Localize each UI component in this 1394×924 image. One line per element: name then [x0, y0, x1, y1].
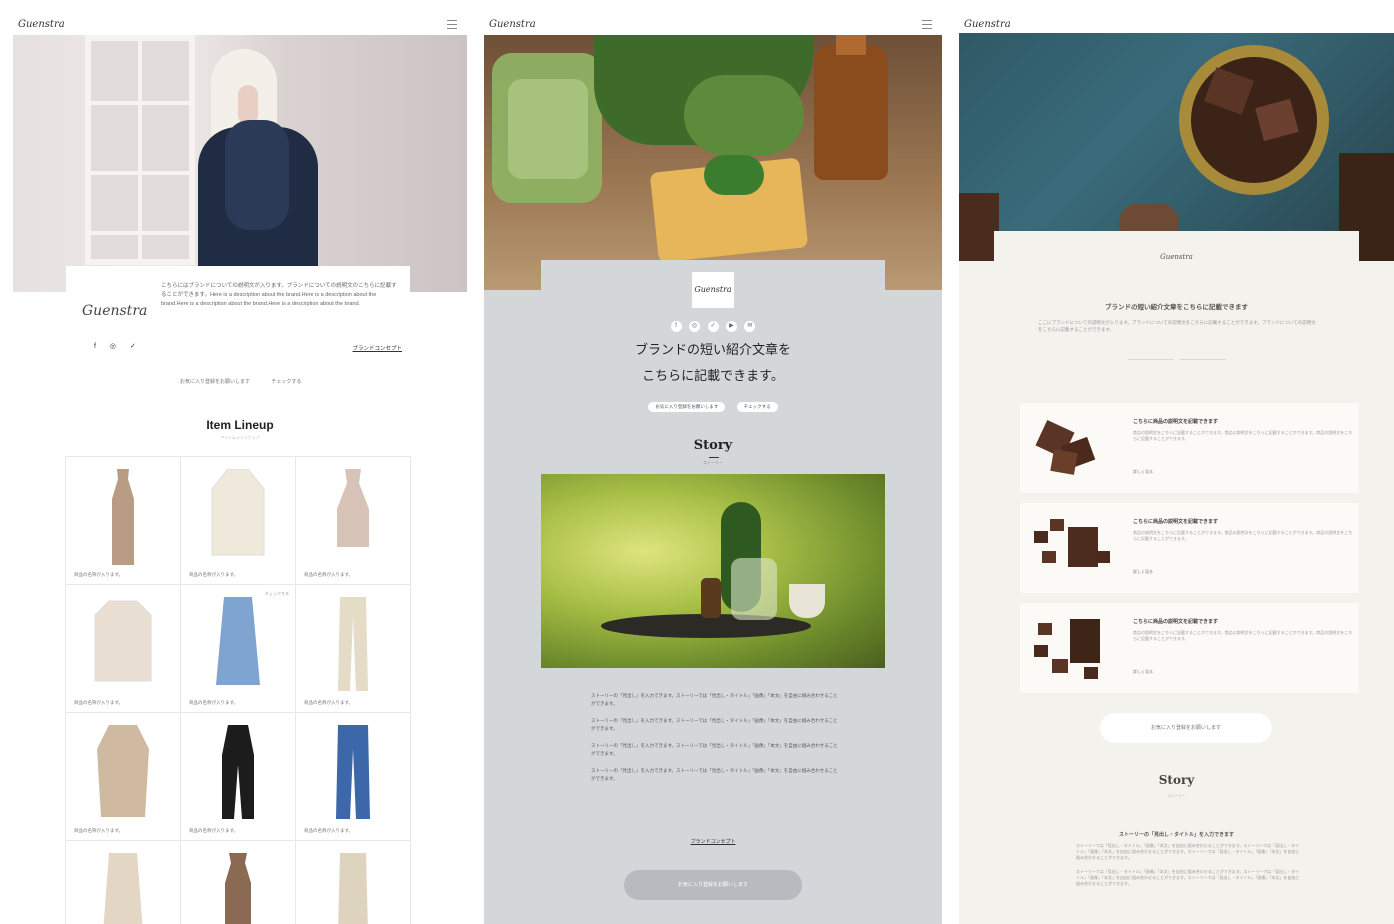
chocolate-image	[1034, 519, 1110, 567]
brand-content-card: Guenstra ブランドの短い紹介文章をこちらに記載できます ここにブランドに…	[994, 231, 1359, 924]
item-grid: 商品の名称が入ります。 商品の名称が入ります。 商品の名称が入ります。 商品の名…	[65, 456, 411, 924]
chocolate-image	[1035, 419, 1096, 475]
product-card[interactable]: こちらに商品の説明文を記載できます 商品の説明文をこちらに記載することができます…	[1020, 603, 1359, 693]
site-logo[interactable]: Guenstra	[964, 19, 1011, 30]
grid-item[interactable]: 商品の名称が入ります。	[181, 713, 296, 841]
story-text: ストーリーの「見出し」を入力できます。ストーリーでは「見出し・タイトル」「画像」…	[591, 693, 838, 781]
site-logo[interactable]: Guenstra	[489, 19, 536, 30]
panel-fashion-brand-page: Guenstra Guenstra こちらにはブランドについての説明文が入ります…	[13, 16, 467, 924]
favorite-large-button[interactable]: お気に入り登録をお願いします	[624, 870, 802, 900]
more-link[interactable]: 詳しく見る	[1133, 669, 1153, 675]
top-bar: Guenstra	[13, 16, 467, 35]
brand-info-box: Guenstra こちらにはブランドについての説明文が入ります。ブランドについて…	[66, 266, 410, 376]
product-card[interactable]: こちらに商品の説明文を記載できます 商品の説明文をこちらに記載することができます…	[1020, 503, 1359, 593]
story-subtitle: ストーリー	[1167, 794, 1186, 798]
story-text: ストーリーでは「見出し・タイトル」「画像」「本文」を自由に組み合わせることができ…	[1076, 843, 1300, 886]
section-title: Item Lineup	[206, 418, 274, 432]
brand-tagline: ブランドの短い紹介文章をこちらに記載できます	[1105, 304, 1248, 311]
twitter-icon[interactable]: ✓	[707, 321, 719, 332]
brand-description: こちらにはブランドについての説明文が入ります。ブランドについての説明文のこちらに…	[161, 283, 397, 307]
instagram-icon[interactable]: ◎	[689, 321, 701, 332]
story-heading: ストーリーの「見出し・タイトル」を入力できます	[1118, 832, 1234, 838]
window-decoration	[85, 35, 195, 265]
model-scarf	[225, 120, 289, 230]
chocolate-image	[1034, 619, 1100, 679]
check-button[interactable]: チェックする	[264, 376, 308, 387]
hero-image	[484, 35, 942, 290]
grid-item[interactable]: 商品の名称が入ります。	[296, 585, 411, 713]
panel-chocolate-brand-page: Guenstra Guenstra ブランドの短い紹介文章をこちらに記載できます…	[959, 16, 1394, 924]
hero-image	[13, 35, 467, 292]
story-subtitle: ストーリー	[703, 460, 723, 465]
grid-item[interactable]: 商品の名称が入ります。	[66, 713, 181, 841]
favorite-button[interactable]: お気に入り登録をお願いします	[1100, 713, 1272, 743]
story-title: Story	[693, 438, 733, 453]
site-logo[interactable]: Guenstra	[18, 19, 65, 30]
youtube-icon[interactable]: ▶	[725, 321, 737, 332]
product-card[interactable]: こちらに商品の説明文を記載できます 商品の説明文をこちらに記載することができます…	[1020, 403, 1359, 493]
story-image	[541, 474, 885, 668]
brand-tagline: ブランドの短い紹介文章を こちらに記載できます。	[634, 343, 791, 384]
action-buttons: お気に入り登録をお願いします チェックする	[541, 402, 885, 412]
check-chip[interactable]: チェックする	[265, 591, 289, 597]
social-icons: f ◎ ✓ ▶ ✉	[541, 314, 885, 332]
grid-item[interactable]: 商品の名称が入ります。	[66, 457, 181, 585]
section-subtitle: アイテムラインナップ	[220, 435, 260, 440]
divider	[1180, 359, 1226, 360]
brand-concept-link[interactable]: ブランドコンセプト	[541, 838, 885, 845]
model-face	[238, 85, 258, 125]
grid-item[interactable]	[66, 841, 181, 924]
brand-logo: Guenstra	[692, 272, 734, 308]
grid-item[interactable]	[296, 841, 411, 924]
grid-item[interactable]: 商品の名称が入ります。	[296, 713, 411, 841]
grid-item[interactable]: チェックする 商品の名称が入ります。	[181, 585, 296, 713]
check-button[interactable]: チェックする	[736, 402, 778, 412]
more-link[interactable]: 詳しく見る	[1133, 469, 1153, 475]
hamburger-menu-icon[interactable]	[447, 20, 457, 29]
divider	[1128, 359, 1174, 360]
more-link[interactable]: 詳しく見る	[1133, 569, 1153, 575]
favorite-button[interactable]: お気に入り登録をお願いします	[648, 402, 726, 412]
story-title: Story	[1158, 773, 1195, 787]
grid-item[interactable]: 商品の名称が入ります。	[296, 457, 411, 585]
panel-herbal-brand-page: Guenstra Guenstra f ◎ ✓ ▶ ✉ ブランドの短い紹介文章を…	[484, 16, 942, 924]
grid-item[interactable]: 商品の名称が入ります。	[66, 585, 181, 713]
brand-logo: Guenstra	[1160, 253, 1193, 261]
brand-concept-link[interactable]: ブランドコンセプト	[352, 344, 402, 352]
hamburger-menu-icon[interactable]	[922, 20, 932, 29]
facebook-icon[interactable]: f	[670, 321, 682, 332]
favorite-button[interactable]: お気に入り登録をお願いします	[173, 376, 257, 387]
grid-item[interactable]: 商品の名称が入ります。	[181, 457, 296, 585]
mail-icon[interactable]: ✉	[744, 321, 756, 332]
brand-description: ここにブランドについての説明文が入ります。ブランドについての説明文をこちらに記載…	[1038, 320, 1316, 332]
top-bar: Guenstra	[484, 16, 942, 35]
brand-logo: Guenstra	[82, 303, 148, 319]
hero-image	[959, 33, 1394, 261]
social-icons[interactable]: f ◎ ✓	[94, 342, 142, 350]
action-buttons: お気に入り登録をお願いします チェックする	[173, 376, 314, 387]
brand-content-card: Guenstra f ◎ ✓ ▶ ✉ ブランドの短い紹介文章を こちらに記載でき…	[541, 260, 885, 924]
grid-item[interactable]	[181, 841, 296, 924]
